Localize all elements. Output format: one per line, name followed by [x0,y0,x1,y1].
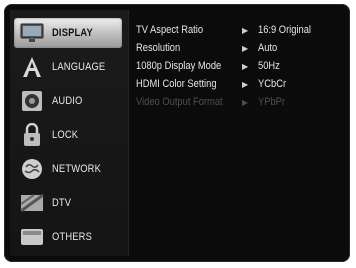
arrow-right-icon: ▶ [242,98,249,107]
setting-value: YPbPr [258,96,286,108]
audio-icon [18,89,46,113]
category-dtv[interactable]: DTV [14,188,122,218]
category-sidebar: DISPLAY LANGUAGE AUDIO LOCK NETWORK DTV … [10,10,129,256]
setting-row-video-output-format: Video Output Format ▶ YPbPr [136,96,346,114]
category-label: OTHERS [52,231,92,243]
arrow-right-icon: ▶ [242,44,249,53]
arrow-right-icon: ▶ [242,80,249,89]
category-audio[interactable]: AUDIO [14,86,122,116]
setting-row-resolution[interactable]: Resolution ▶ Auto [136,42,346,60]
lock-icon [18,123,46,147]
setting-name: TV Aspect Ratio [136,24,204,36]
category-label: LOCK [52,129,79,141]
category-label: LANGUAGE [52,61,106,73]
category-label: DISPLAY [52,27,93,39]
category-language[interactable]: LANGUAGE [14,52,122,82]
arrow-right-icon: ▶ [242,62,249,71]
setting-row-1080p-display-mode[interactable]: 1080p Display Mode ▶ 50Hz [136,60,346,78]
display-icon [18,21,46,45]
category-others[interactable]: OTHERS [14,222,122,252]
category-display[interactable]: DISPLAY [14,18,122,48]
setting-value: Auto [258,42,278,54]
category-label: AUDIO [52,95,83,107]
setting-row-hdmi-color-setting[interactable]: HDMI Color Setting ▶ YCbCr [136,78,346,96]
category-lock[interactable]: LOCK [14,120,122,150]
setting-name: Video Output Format [136,96,223,108]
network-icon [18,157,46,181]
setting-value: 50Hz [258,60,280,72]
display-settings-list: TV Aspect Ratio ▶ 16:9 Original Resoluti… [136,24,346,114]
category-network[interactable]: NETWORK [14,154,122,184]
dtv-icon [18,191,46,215]
setting-name: HDMI Color Setting [136,78,217,90]
language-icon [18,55,46,79]
setup-menu-screen: DISPLAY LANGUAGE AUDIO LOCK NETWORK DTV … [4,4,350,262]
setting-row-tv-aspect-ratio[interactable]: TV Aspect Ratio ▶ 16:9 Original [136,24,346,42]
setting-name: Resolution [136,42,181,54]
category-label: NETWORK [52,163,101,175]
arrow-right-icon: ▶ [242,26,249,35]
others-icon [18,225,46,249]
category-label: DTV [52,197,72,209]
setting-name: 1080p Display Mode [136,60,222,72]
setting-value: YCbCr [258,78,287,90]
setting-value: 16:9 Original [258,24,312,36]
